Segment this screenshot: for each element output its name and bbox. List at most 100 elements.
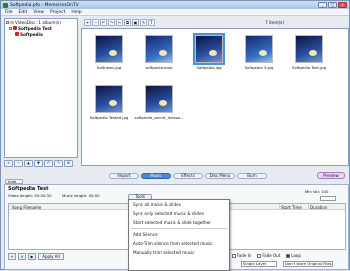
panel-title: Softpedia Test [8,186,49,192]
menu-start-together[interactable]: Start selected music & slide together [129,218,229,227]
text-icon[interactable]: T [148,19,155,26]
add-photo-icon[interactable]: + [84,19,91,26]
thumbnail-label: Softpedia.jpg [196,65,222,70]
move-down-button[interactable]: ▼ [34,160,43,167]
thumbnail-item[interactable]: Softpedia Text.jpg [284,35,334,79]
close-button[interactable]: x [338,2,347,8]
remove-album-button[interactable]: − [14,160,23,167]
cut-icon[interactable]: ✂ [116,19,123,26]
maximize-button[interactable]: □ [328,2,337,8]
column-start-time[interactable]: Start Time [281,205,302,210]
music-options: Fade In Fade Out Loop [232,253,301,258]
menu-view[interactable]: View [33,10,44,15]
minimize-button[interactable]: _ [318,2,327,8]
column-duration[interactable]: Duration [310,205,327,210]
menu-manual-trim[interactable]: Manually trim selected music [129,248,229,257]
tab-burn[interactable]: Burn [237,172,267,179]
copy-icon[interactable]: ⧉ [124,19,131,26]
window-title: Softpedia.pfo - MemoriesOnTV [10,2,79,8]
tree-item[interactable]: Softpedia [5,31,77,37]
add-album-button[interactable]: + [4,160,13,167]
photo-thumbnail [95,35,123,63]
menu-project[interactable]: Project [50,10,65,15]
menu-sync-all[interactable]: Sync all music & slides [129,200,229,209]
thumbnail-label: Softpedia Text.jpg [292,65,326,70]
menu-bar: File Edit View Project Help [1,9,349,16]
photo-toolbar: + − ↶ ↷ ✂ ⧉ ▣ ✎ T 7 item(s) [81,18,349,27]
thumbnail-label: Softnews.jpg [96,65,122,70]
tree-item-label: Softpedia [20,31,43,37]
album-icon [13,26,17,30]
edit-icon[interactable]: ✎ [140,19,147,26]
rotate-right-icon[interactable]: ↷ [108,19,115,26]
menu-file[interactable]: File [5,10,13,15]
min-vol-label: Min Vol: 100 [305,189,329,194]
music-controls: + × ▶ Apply All [8,253,64,260]
loop-checkbox[interactable] [286,254,291,258]
menu-sync-selected[interactable]: Sync only selected music & slides [129,209,229,218]
fade-out-label: Fade Out [262,253,281,258]
tools-menu: Sync all music & slides Sync only select… [128,199,230,271]
title-bar: Softpedia.pfo - MemoriesOnTV _ □ x [1,1,349,9]
menu-auto-trim[interactable]: Auto-Trim silence from selected music [129,239,229,248]
remove-music-button[interactable]: × [18,253,26,260]
menu-add-silence[interactable]: Add Silence [129,230,229,239]
original-files-select[interactable]: Don't store Original Files [283,261,333,267]
paste-icon[interactable]: ▣ [132,19,139,26]
thumbnail-label: Softpedia 3.jpg [244,65,274,70]
thumbnail-label: Softpedia Tested.jpg [89,115,129,120]
fade-out-option[interactable]: Fade Out [257,253,280,258]
items-count: 7 item(s) [265,20,284,25]
rotate-left-icon[interactable]: ↶ [100,19,107,26]
photo-thumbnail [95,85,123,113]
move-up-button[interactable]: ▲ [24,160,33,167]
column-song-filename[interactable]: Song Filename [12,205,41,210]
add-music-button[interactable]: + [8,253,16,260]
menu-edit[interactable]: Edit [19,10,28,15]
thumbnail-label: softpedia.bmp [145,65,173,70]
tree-toolbar: + − ▲ ▼ ↶ ↷ ⚙ [4,160,78,168]
menu-help[interactable]: Help [71,10,81,15]
photo-thumbnail [145,85,173,113]
fade-in-option[interactable]: Fade In [232,253,251,258]
fade-in-label: Fade In [237,253,252,258]
thumbnail-item[interactable]: softpedia_secret_messa... [134,85,184,129]
app-icon [3,2,8,8]
tab-effects[interactable]: Effects [173,172,203,179]
tab-disc-menu[interactable]: Disc Menu [205,172,235,179]
preview-button[interactable]: Preview [317,172,345,179]
fade-out-checkbox[interactable] [257,254,262,258]
collapse-icon[interactable] [9,26,12,30]
fade-in-checkbox[interactable] [232,254,236,258]
thumbnail-item[interactable]: Softpedia 3.jpg [234,35,284,79]
loop-label: Loop [291,253,301,258]
apply-all-button[interactable]: Apply All [38,253,64,260]
music-length: Music length: 00:00 [62,193,100,198]
thumbnail-item[interactable]: softpedia.bmp [134,35,184,79]
photo-thumbnail [245,35,273,63]
app-window: Softpedia.pfo - MemoriesOnTV _ □ x File … [0,0,350,271]
thumbnail-item[interactable]: Softpedia Tested.jpg [84,85,134,129]
menu-separator [131,228,227,229]
thumbnail-item-selected[interactable]: Softpedia.jpg [184,33,234,79]
collapse-icon[interactable] [6,20,9,24]
slideshow-icon [15,32,19,36]
layer-select[interactable]: Single Layer [241,261,277,267]
disc-icon [10,20,14,24]
photo-thumbnail [295,35,323,63]
tab-music[interactable]: Music [141,172,171,179]
thumbnail-label: softpedia_secret_messa... [134,115,184,120]
tab-import[interactable]: Import [109,172,139,179]
rotate-right-button[interactable]: ↷ [54,160,63,167]
tree-album-label: Softpedia Test [18,25,52,31]
play-button[interactable]: ▶ [28,253,36,260]
photo-thumbnail [193,33,225,65]
main-tabs: Import Music Effects Disc Menu Burn [81,172,349,179]
loop-option[interactable]: Loop [286,253,301,258]
album-tree: VideoDisc: 1 album(s) Softpedia Test Sof… [4,18,78,158]
thumbnail-item[interactable]: Softnews.jpg [84,35,134,79]
volume-field[interactable] [320,196,336,201]
rotate-left-button[interactable]: ↶ [44,160,53,167]
settings-button[interactable]: ⚙ [64,160,73,167]
remove-photo-icon[interactable]: − [92,19,99,26]
